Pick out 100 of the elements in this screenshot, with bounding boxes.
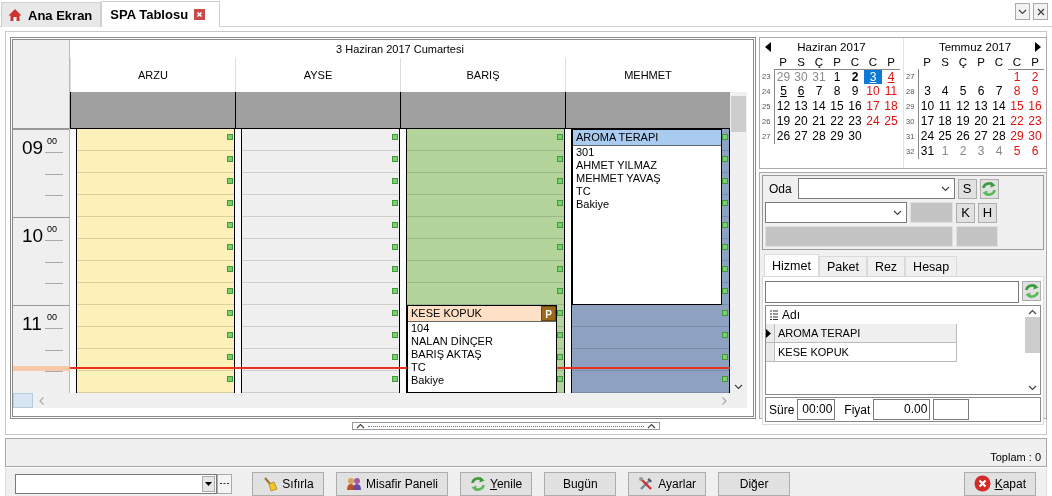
schedule-column[interactable] <box>70 129 235 393</box>
calendar-day[interactable]: 7 <box>990 84 1008 99</box>
slot-handle-icon[interactable] <box>392 200 398 206</box>
calendar-day[interactable]: 25 <box>936 129 954 144</box>
price-field[interactable]: 0.00 <box>873 399 931 420</box>
slot-handle-icon[interactable] <box>557 288 563 294</box>
slot-handle-icon[interactable] <box>722 244 728 250</box>
slot-handle-icon[interactable] <box>392 332 398 338</box>
calendar-day[interactable]: 16 <box>1026 99 1044 114</box>
left-triangle-icon[interactable] <box>765 42 771 52</box>
room-dropdown[interactable] <box>797 178 955 199</box>
calendar-day[interactable]: 23 <box>846 114 864 129</box>
slot-handle-icon[interactable] <box>227 222 233 228</box>
calendar-day[interactable]: 18 <box>882 99 900 114</box>
tab[interactable]: SPA Tablosu <box>101 1 221 27</box>
calendar-day[interactable]: 22 <box>1008 114 1026 129</box>
calendar-day[interactable]: 21 <box>990 114 1008 129</box>
browse-button[interactable] <box>217 473 232 494</box>
calendar-day[interactable]: 10 <box>918 99 936 114</box>
calendar-day[interactable]: 28 <box>990 129 1008 144</box>
refresh-button[interactable]: Yenile <box>460 471 533 496</box>
calendar-day[interactable]: 12 <box>774 99 792 114</box>
slot-handle-icon[interactable] <box>557 310 563 316</box>
list-row[interactable]: KESE KOPUK <box>766 343 957 362</box>
calendar-day[interactable]: 5 <box>1008 144 1026 159</box>
calendar-day[interactable]: 19 <box>774 114 792 129</box>
slot-handle-icon[interactable] <box>557 156 563 162</box>
slot-handle-icon[interactable] <box>227 310 233 316</box>
calendar-day[interactable]: 24 <box>918 129 936 144</box>
calendar-day[interactable]: 14 <box>990 99 1008 114</box>
reset-button[interactable]: Sıfırla <box>252 471 324 496</box>
calendar-day[interactable]: 7 <box>810 84 828 99</box>
calendar-day[interactable]: 23 <box>1026 114 1044 129</box>
calendar-day[interactable]: 4 <box>990 144 1008 159</box>
calendar-day[interactable]: 31 <box>918 144 936 159</box>
calendar-day[interactable]: 4 <box>936 84 954 99</box>
calendar-day[interactable]: 17 <box>864 99 882 114</box>
button[interactable]: Bugün <box>544 471 617 496</box>
scrollbar-thumb[interactable] <box>731 96 746 132</box>
dropdown[interactable] <box>765 202 907 223</box>
slot-handle-icon[interactable] <box>557 376 563 382</box>
calendar-day[interactable]: 24 <box>864 114 882 129</box>
calendar-day[interactable]: 17 <box>918 114 936 129</box>
slot-handle-icon[interactable] <box>227 156 233 162</box>
slot-handle-icon[interactable] <box>227 266 233 272</box>
tab[interactable]: Hizmet <box>764 254 819 276</box>
calendar-day[interactable]: 9 <box>1026 84 1044 99</box>
calendar-day[interactable]: 1 <box>1008 69 1026 84</box>
appointment-card[interactable]: AROMA TERAPI 301 AHMET YILMAZ MEHMET YAVAŞ TC Bakiye <box>572 129 722 305</box>
slot-handle-icon[interactable] <box>722 222 728 228</box>
slot-handle-icon[interactable] <box>227 288 233 294</box>
close-button[interactable] <box>1033 3 1048 20</box>
calendar-day[interactable]: 8 <box>1008 84 1026 99</box>
calendar-day[interactable]: 11 <box>882 84 900 99</box>
slot-handle-icon[interactable] <box>227 244 233 250</box>
input-field[interactable] <box>933 399 970 420</box>
calendar-day[interactable]: 20 <box>972 114 990 129</box>
schedule-column[interactable]: KESE KOPUK P 104 NALAN DİNÇER BARIŞ AKTAŞ TC Bakiye <box>400 129 565 393</box>
button[interactable]: Diğer <box>718 471 791 496</box>
calendar-day[interactable]: 12 <box>954 99 972 114</box>
scrollbar-thumb[interactable] <box>1024 317 1040 353</box>
refresh-button[interactable] <box>1022 281 1041 301</box>
combo-box[interactable] <box>15 473 217 494</box>
close-icon[interactable] <box>194 9 206 20</box>
calendar-day[interactable]: 30 <box>846 129 864 144</box>
slot-handle-icon[interactable] <box>392 178 398 184</box>
slot-handle-icon[interactable] <box>227 134 233 140</box>
slot-handle-icon[interactable] <box>722 178 728 184</box>
calendar-day[interactable]: 30 <box>792 69 810 84</box>
slot-handle-icon[interactable] <box>557 332 563 338</box>
calendar-day[interactable]: 21 <box>810 114 828 129</box>
slot-handle-icon[interactable] <box>557 354 563 360</box>
calendar-day[interactable]: 3 <box>864 69 882 84</box>
schedule-column[interactable] <box>235 129 400 393</box>
settings-button[interactable]: Ayarlar <box>628 471 707 496</box>
letter-button[interactable]: K <box>956 202 975 223</box>
letter-button[interactable]: H <box>978 202 997 223</box>
refresh-button[interactable] <box>979 178 999 199</box>
slot-handle-icon[interactable] <box>722 200 728 206</box>
calendar-day[interactable]: 20 <box>792 114 810 129</box>
slot-handle-icon[interactable] <box>722 266 728 272</box>
slot-handle-icon[interactable] <box>392 266 398 272</box>
calendar-day[interactable]: 1 <box>828 69 846 84</box>
scroll-left-icon[interactable] <box>39 396 44 405</box>
slot-handle-icon[interactable] <box>392 222 398 228</box>
calendar-day[interactable]: 1 <box>936 144 954 159</box>
calendar-day[interactable]: 4 <box>882 69 900 84</box>
tab[interactable]: Hesap <box>905 256 958 276</box>
calendar-day[interactable]: 30 <box>1026 129 1044 144</box>
calendar-day[interactable]: 29 <box>774 69 792 84</box>
letter-button[interactable]: S <box>957 178 977 199</box>
calendar-day[interactable]: 5 <box>774 84 792 99</box>
calendar-day[interactable]: 3 <box>972 144 990 159</box>
dropdown-button[interactable] <box>1015 3 1030 20</box>
slot-handle-icon[interactable] <box>227 376 233 382</box>
slot-handle-icon[interactable] <box>392 288 398 294</box>
calendar-day[interactable]: 29 <box>1008 129 1026 144</box>
duration-field[interactable]: 00:00 <box>797 399 836 420</box>
slot-handle-icon[interactable] <box>227 354 233 360</box>
right-triangle-icon[interactable] <box>1035 42 1041 52</box>
